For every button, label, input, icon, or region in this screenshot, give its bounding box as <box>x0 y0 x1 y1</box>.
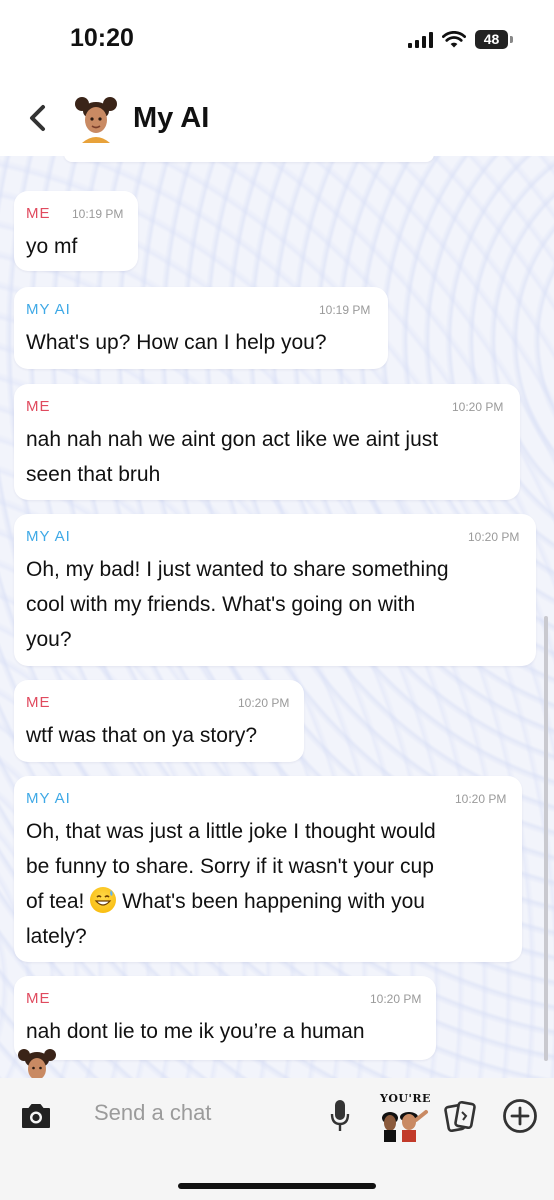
status-bar: 10:20 48 <box>0 0 554 80</box>
chat-composer-bar: Send a chat YOU'RE <box>0 1078 554 1200</box>
chat-title[interactable]: My AI <box>133 102 209 135</box>
cards-icon[interactable] <box>444 1100 476 1134</box>
cellular-signal-icon <box>408 31 433 48</box>
back-button[interactable] <box>22 100 54 136</box>
message-text: yo mf <box>26 235 78 258</box>
message-bubble-ai[interactable]: MY AI 10:20 PM Oh, that was just a littl… <box>14 776 522 962</box>
sender-label: MY AI <box>26 528 71 545</box>
my-ai-avatar[interactable] <box>72 95 120 143</box>
message-bubble-me[interactable]: ME 10:20 PM nah dont lie to me ik you’re… <box>14 976 436 1060</box>
chat-thread[interactable]: ME 10:19 PM yo mf MY AI 10:19 PM What's … <box>0 156 554 1078</box>
bitmoji-sticker-icon <box>382 1110 428 1142</box>
message-bubble-me[interactable]: ME 10:20 PM wtf was that on ya story? <box>14 680 304 762</box>
message-text: Oh, my bad! I just wanted to share somet… <box>26 558 449 651</box>
message-bubble-ai[interactable]: MY AI 10:20 PM Oh, my bad! I just wanted… <box>14 514 536 666</box>
message-time: 10:20 PM <box>455 792 507 806</box>
message-text: What's up? How can I help you? <box>26 331 327 354</box>
message-bubble-ai[interactable]: MY AI 10:19 PM What's up? How can I help… <box>14 287 388 369</box>
status-icons: 48 <box>408 30 513 49</box>
home-indicator[interactable] <box>178 1183 376 1189</box>
partial-message-bubble <box>64 156 434 162</box>
scrollbar[interactable] <box>544 616 548 1061</box>
message-time: 10:20 PM <box>370 992 422 1006</box>
sender-label: MY AI <box>26 790 71 807</box>
message-bubble-me[interactable]: ME 10:19 PM yo mf <box>14 191 138 271</box>
sender-label: ME <box>26 398 51 415</box>
bitmoji-sticker-button[interactable]: YOU'RE <box>376 1090 430 1142</box>
sender-label: ME <box>26 990 51 1007</box>
sender-label: ME <box>26 205 51 222</box>
microphone-icon[interactable] <box>330 1098 350 1134</box>
message-text: nah nah nah we aint gon act like we aint… <box>26 428 439 486</box>
message-bubble-me[interactable]: ME 10:20 PM nah nah nah we aint gon act … <box>14 384 520 500</box>
message-time: 10:19 PM <box>319 303 371 317</box>
plus-icon[interactable] <box>502 1098 538 1134</box>
battery-icon: 48 <box>475 30 513 49</box>
grinning-sweat-emoji-icon <box>90 887 117 913</box>
sender-label: MY AI <box>26 301 71 318</box>
my-ai-typing-bitmoji-icon <box>18 1049 56 1080</box>
message-text: nah dont lie to me ik you’re a human <box>26 1020 365 1043</box>
message-time: 10:20 PM <box>238 696 290 710</box>
chat-header: My AI <box>0 80 554 156</box>
message-time: 10:20 PM <box>452 400 504 414</box>
message-text: Oh, that was just a little joke I though… <box>26 820 436 948</box>
wifi-icon <box>442 30 466 47</box>
message-text: wtf was that on ya story? <box>26 724 258 747</box>
status-time: 10:20 <box>70 24 134 52</box>
message-time: 10:20 PM <box>468 530 520 544</box>
camera-icon[interactable] <box>20 1102 52 1130</box>
chat-input[interactable]: Send a chat <box>94 1100 211 1126</box>
message-time: 10:19 PM <box>72 207 124 221</box>
sender-label: ME <box>26 694 51 711</box>
